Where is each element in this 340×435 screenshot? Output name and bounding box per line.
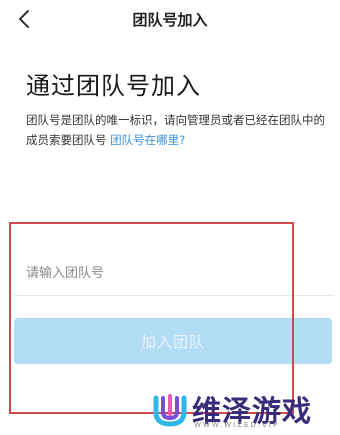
page-title: 通过团队号加入 bbox=[26, 72, 201, 100]
watermark: 维泽游戏 WWW.WIZED.VIP bbox=[150, 388, 336, 434]
nav-bar: 团队号加入 bbox=[0, 0, 340, 40]
team-join-page: 团队号加入 通过团队号加入 团队号是团队的唯一标识，请向管理员或者已经在团队中的… bbox=[0, 0, 340, 435]
nav-title: 团队号加入 bbox=[132, 11, 208, 29]
join-team-button[interactable]: 加入团队 bbox=[14, 318, 332, 364]
team-id-location-link[interactable]: 团队号在哪里? bbox=[110, 133, 185, 147]
team-id-input[interactable] bbox=[26, 258, 326, 288]
watermark-subtext: WWW.WIZED.VIP bbox=[194, 421, 280, 429]
description: 团队号是团队的唯一标识，请向管理员或者已经在团队中的成员索要团队号 团队号在哪里… bbox=[26, 110, 328, 150]
watermark-logo-icon bbox=[153, 394, 187, 427]
input-underline bbox=[14, 295, 334, 296]
